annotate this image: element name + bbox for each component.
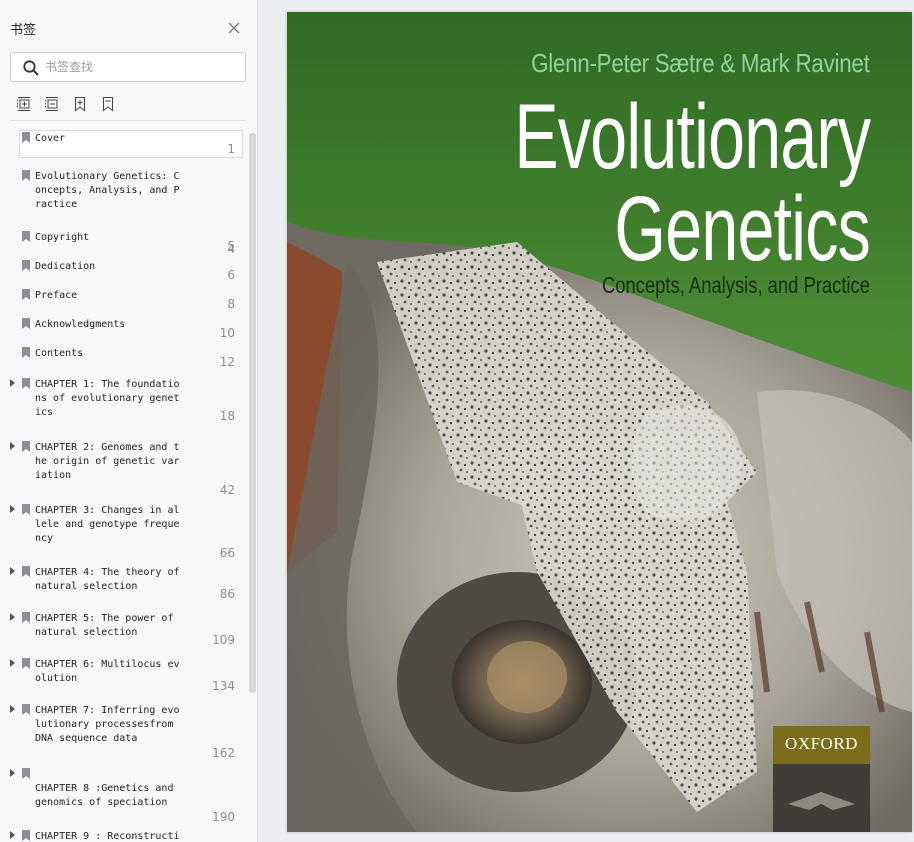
bookmarks-panel: 书签 Cover 1 Evolutionary Genetics: C oncept… bbox=[0, 0, 258, 842]
bookmark-label: CHAPTER 9 : Reconstructi bbox=[35, 831, 180, 842]
book-cover-page: Glenn-Peter Sætre & Mark Ravinet Evoluti… bbox=[287, 12, 912, 832]
expand-arrow-icon[interactable] bbox=[10, 567, 15, 575]
bookmark-flag-icon bbox=[22, 566, 30, 577]
bookmark-label: Preface bbox=[35, 290, 78, 301]
bookmark-label: CHAPTER 6: Multilocus ev olution bbox=[35, 659, 180, 684]
expand-arrow-icon[interactable] bbox=[10, 831, 15, 839]
bookmark-flag-icon bbox=[22, 347, 30, 358]
bookmark-label: Evolutionary Genetics: C oncepts, Analys… bbox=[35, 171, 180, 210]
expand-arrow-icon[interactable] bbox=[10, 705, 15, 713]
bookmark-flag-icon bbox=[22, 830, 30, 841]
expand-arrow-icon[interactable] bbox=[10, 613, 15, 621]
bookmark-page-number: 10 bbox=[219, 326, 235, 340]
bookmark-flag-icon bbox=[22, 768, 30, 779]
bookmark-flag-icon bbox=[22, 318, 30, 329]
moth-thumbnail bbox=[773, 764, 870, 832]
bookmark-page-number: 6 bbox=[227, 268, 235, 282]
bookmark-flag-icon bbox=[22, 658, 30, 669]
bookmark-search-input[interactable] bbox=[45, 58, 235, 76]
cover-authors: Glenn-Peter Sætre & Mark Ravinet bbox=[531, 48, 871, 78]
bookmark-flag-icon bbox=[22, 260, 30, 271]
divider bbox=[10, 120, 246, 121]
bookmark-flag-icon bbox=[22, 704, 30, 715]
bookmark-label: Contents bbox=[35, 348, 84, 359]
bookmark-page-number: 5 bbox=[227, 239, 235, 253]
bookmark-flag-icon bbox=[22, 612, 30, 623]
bookmark-page-number: 42 bbox=[219, 483, 235, 497]
bookmark-label: CHAPTER 4: The theory of natural selecti… bbox=[35, 567, 180, 592]
expand-arrow-icon[interactable] bbox=[10, 379, 15, 387]
expand-arrow-icon[interactable] bbox=[10, 769, 15, 777]
collapse-all-icon[interactable] bbox=[44, 96, 60, 112]
expand-all-icon[interactable] bbox=[16, 96, 32, 112]
bookmark-flag-icon bbox=[22, 378, 30, 389]
bookmark-page-number: 1 bbox=[227, 142, 235, 156]
bookmark-flag-icon bbox=[22, 132, 30, 143]
add-bookmark-icon[interactable] bbox=[72, 96, 88, 112]
cover-title-line1: Evolutionary bbox=[514, 86, 871, 188]
bookmark-flag-icon bbox=[22, 289, 30, 300]
bookmark-search-field[interactable] bbox=[10, 52, 246, 82]
bookmark-page-number: 86 bbox=[219, 587, 235, 601]
bookmark-page-number: 162 bbox=[212, 746, 235, 760]
close-icon[interactable] bbox=[226, 20, 242, 36]
cover-subtitle: Concepts, Analysis, and Practice bbox=[602, 272, 870, 298]
bookmark-label: CHAPTER 5: The power of natural selectio… bbox=[35, 613, 174, 638]
bookmark-label: CHAPTER 1: The foundatio ns of evolution… bbox=[35, 379, 180, 418]
bookmark-flag-icon bbox=[22, 441, 30, 452]
publisher-name: OXFORD bbox=[785, 734, 858, 753]
bookmark-label: CHAPTER 2: Genomes and t he origin of ge… bbox=[35, 442, 180, 481]
publisher-logo: OXFORD bbox=[773, 726, 870, 832]
bookmark-page-number: 109 bbox=[212, 633, 235, 647]
bookmark-label: CHAPTER 3: Changes in al lele and genoty… bbox=[35, 505, 180, 544]
search-icon bbox=[22, 59, 40, 77]
bookmark-page-number: 12 bbox=[219, 355, 235, 369]
expand-arrow-icon[interactable] bbox=[10, 505, 15, 513]
bookmark-label: Dedication bbox=[35, 261, 96, 272]
bookmark-page-number: 190 bbox=[212, 810, 235, 824]
bookmark-label: Cover bbox=[35, 133, 66, 144]
scrollbar[interactable] bbox=[249, 133, 256, 693]
bookmark-icon[interactable] bbox=[100, 96, 116, 112]
panel-title: 书签 bbox=[10, 23, 37, 38]
bookmark-flag-icon bbox=[22, 170, 30, 181]
bookmark-flag-icon bbox=[22, 231, 30, 242]
bookmark-page-number: 134 bbox=[212, 679, 235, 693]
expand-arrow-icon[interactable] bbox=[10, 442, 15, 450]
bookmark-label: Acknowledgments bbox=[35, 319, 126, 330]
cover-title-line2: Genetics bbox=[614, 178, 870, 280]
bookmark-page-number: 18 bbox=[219, 409, 235, 423]
bookmark-page-number: 8 bbox=[227, 297, 235, 311]
bookmark-label: Copyright bbox=[35, 232, 90, 243]
bookmark-page-number: 66 bbox=[219, 546, 235, 560]
bookmark-label: CHAPTER 8 :Genetics and genomics of spec… bbox=[35, 783, 174, 808]
bookmark-list: Cover 1 Evolutionary Genetics: C oncepts, … bbox=[0, 130, 248, 842]
bookmark-flag-icon bbox=[22, 504, 30, 515]
bookmark-label: CHAPTER 7: Inferring evo lutionary proce… bbox=[35, 705, 180, 744]
expand-arrow-icon[interactable] bbox=[10, 659, 15, 667]
